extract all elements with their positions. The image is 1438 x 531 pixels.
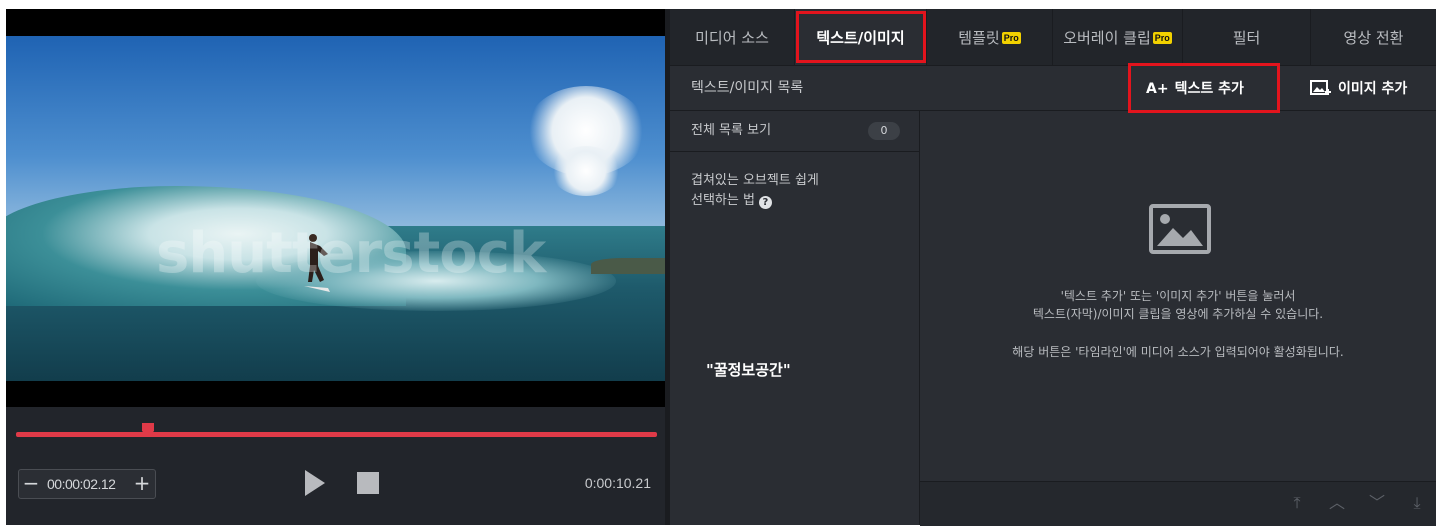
object-sidebar: 전체 목록 보기 0 겹쳐있는 오브젝트 쉽게 선택하는 법? "꿀정보공간" xyxy=(670,111,920,525)
help-text-line2: 선택하는 법? xyxy=(691,191,772,211)
tab-label: 미디어 소스 xyxy=(695,29,769,47)
editor-window: shutterstock − 00:00:02.12 + 0:00:10.21 … xyxy=(6,9,1436,526)
island xyxy=(591,258,665,274)
count-badge: 0 xyxy=(868,122,900,140)
all-list-label: 전체 목록 보기 xyxy=(691,123,772,138)
tab-transition[interactable]: 영상 전환 xyxy=(1311,9,1436,65)
move-bottom-icon[interactable]: ⤓ xyxy=(1406,492,1428,514)
timeline-bar[interactable] xyxy=(16,432,657,437)
move-down-icon[interactable]: ﹀ xyxy=(1366,492,1388,514)
add-image-label: 이미지 추가 xyxy=(1338,81,1408,97)
highlight-tab xyxy=(796,11,926,63)
overlay-caption: "꿀정보공간" xyxy=(706,361,791,379)
timecode-input[interactable]: 00:00:02.12 xyxy=(47,470,129,498)
side-panel: 미디어 소스 텍스트/이미지 템플릿 Pro 오버레이 클립 Pro 필터 영상 전… xyxy=(670,9,1436,526)
pro-badge: Pro xyxy=(1152,32,1172,44)
surf-scene xyxy=(6,36,665,381)
move-top-icon[interactable]: ⤒ xyxy=(1286,492,1308,514)
empty-state-area: '텍스트 추가' 또는 '이미지 추가' 버튼을 눌러서 텍스트(자막)/이미지… xyxy=(920,111,1436,481)
cloud xyxy=(551,146,621,196)
tab-bar: 미디어 소스 텍스트/이미지 템플릿 Pro 오버레이 클립 Pro 필터 영상 전… xyxy=(670,9,1436,66)
stop-icon[interactable] xyxy=(357,472,379,494)
video-player: shutterstock − 00:00:02.12 + 0:00:10.21 xyxy=(6,9,665,525)
help-text: 선택하는 법 xyxy=(691,193,755,208)
nav-bar: ⤒ ︿ ﹀ ⤓ xyxy=(920,481,1436,526)
image-placeholder-icon xyxy=(1149,204,1211,254)
empty-message-line3: 해당 버튼은 '타임라인'에 미디어 소스가 입력되어야 활성화됩니다. xyxy=(1012,345,1344,359)
tab-overlay-clip[interactable]: 오버레이 클립 Pro xyxy=(1053,9,1183,65)
plus-button[interactable]: + xyxy=(131,470,153,498)
playhead-marker[interactable] xyxy=(142,423,154,437)
move-up-icon[interactable]: ︿ xyxy=(1326,492,1348,514)
tab-label: 필터 xyxy=(1232,29,1261,47)
highlight-add-text xyxy=(1128,63,1280,113)
watermark: shutterstock xyxy=(156,221,546,286)
play-icon[interactable] xyxy=(303,470,327,496)
video-preview[interactable]: shutterstock xyxy=(6,9,665,407)
help-question-icon[interactable]: ? xyxy=(758,196,772,209)
duration-label: 0:00:10.21 xyxy=(584,475,651,491)
minus-button[interactable]: − xyxy=(20,470,42,498)
tab-label: 템플릿 xyxy=(958,29,1000,47)
tab-media-source[interactable]: 미디어 소스 xyxy=(670,9,795,65)
timecode-stepper[interactable]: − 00:00:02.12 + xyxy=(18,469,156,499)
empty-message-line2: 텍스트(자막)/이미지 클립을 영상에 추가하실 수 있습니다. xyxy=(1032,307,1324,321)
all-list-row[interactable]: 전체 목록 보기 0 xyxy=(670,111,919,152)
tab-label: 오버레이 클립 xyxy=(1063,29,1151,47)
tab-template[interactable]: 템플릿 Pro xyxy=(927,9,1053,65)
tab-filter[interactable]: 필터 xyxy=(1183,9,1311,65)
add-image-button[interactable]: 이미지 추가 xyxy=(1310,66,1407,110)
empty-message-line1: '텍스트 추가' 또는 '이미지 추가' 버튼을 눌러서 xyxy=(1060,289,1296,303)
help-text-line1: 겹쳐있는 오브젝트 쉽게 xyxy=(691,173,819,188)
tab-label: 영상 전환 xyxy=(1343,29,1404,47)
list-toolbar: 텍스트/이미지 목록 A+ 텍스트 추가 이미지 추가 xyxy=(670,66,1436,111)
list-title: 텍스트/이미지 목록 xyxy=(691,80,804,96)
pro-badge: Pro xyxy=(1001,32,1021,44)
add-image-icon xyxy=(1310,80,1331,95)
